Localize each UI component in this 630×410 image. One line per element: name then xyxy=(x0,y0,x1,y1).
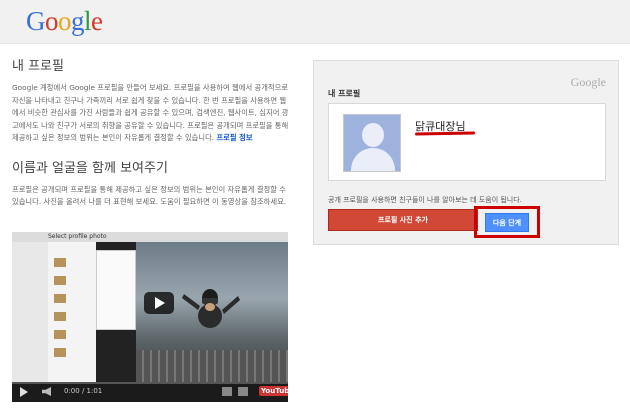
left-column: 내 프로필 Google 계정에서 Google 프로필을 만들어 보세요. 프… xyxy=(12,55,290,209)
profile-box: 닭큐대장님 xyxy=(328,103,606,181)
volume-icon[interactable] xyxy=(42,387,51,396)
photo-thumbnail xyxy=(54,348,66,357)
section2-title: 이름과 얼굴을 함께 보여주기 xyxy=(12,160,168,176)
avatar-head-shape xyxy=(362,123,384,147)
logo-letter: G xyxy=(26,6,46,36)
avatar-body-shape xyxy=(351,148,395,171)
logo-letter: o xyxy=(45,6,59,36)
play-overlay-button[interactable] xyxy=(144,292,174,314)
next-step-button[interactable]: 다음 단계 xyxy=(485,213,529,232)
card-title: 내 프로필 xyxy=(328,89,361,98)
video-window-title: Select profile photo xyxy=(48,233,107,240)
logo-letter: e xyxy=(91,6,103,36)
add-profile-photo-button[interactable]: 프로필 사진 추가 xyxy=(328,209,478,231)
profile-info-link[interactable]: 프로필 정보 xyxy=(216,133,252,142)
video-window-bar: Select profile photo xyxy=(12,232,288,242)
photo-thumbnail xyxy=(54,330,66,339)
photo-thumbnail xyxy=(54,258,66,267)
video-photo-list xyxy=(48,242,96,382)
logo-letter: o xyxy=(58,6,72,36)
tutorial-video[interactable]: Select profile photo 0:00 / 1:01 YouTube xyxy=(12,232,288,402)
section2-paragraph: 프로필은 공개되며 프로필을 통해 제공하고 싶은 정보의 범위는 본인이 자유… xyxy=(12,184,287,207)
video-time: 0:00 / 1:01 xyxy=(64,387,103,395)
video-progress-bar[interactable] xyxy=(12,382,288,384)
skydiver-image xyxy=(182,289,240,328)
name-highlight-underline xyxy=(414,131,476,136)
settings-icon[interactable] xyxy=(222,387,232,396)
photo-thumbnail xyxy=(54,312,66,321)
video-edit-panel xyxy=(96,250,136,330)
popout-icon[interactable] xyxy=(238,387,248,396)
play-icon[interactable] xyxy=(20,387,28,397)
logo-letter: l xyxy=(84,6,92,36)
video-sidebar xyxy=(12,242,48,382)
avatar-placeholder[interactable] xyxy=(343,114,401,172)
intro-title: 내 프로필 xyxy=(12,59,64,74)
logo-letter: g xyxy=(71,6,85,36)
video-floor xyxy=(136,350,288,382)
top-bar: Google xyxy=(0,0,630,44)
photo-thumbnail xyxy=(54,276,66,285)
intro-paragraph: Google 계정에서 Google 프로필을 만들어 보세요. 프로필을 사용… xyxy=(12,82,290,145)
card-google-logo: Google xyxy=(570,75,606,89)
youtube-logo[interactable]: YouTube xyxy=(259,386,288,396)
google-logo[interactable]: Google xyxy=(26,6,103,37)
card-description: 공개 프로필을 사용하면 친구들이 나를 알아보는 데 도움이 됩니다. xyxy=(328,196,522,204)
video-control-bar: 0:00 / 1:01 YouTube xyxy=(12,382,288,402)
next-step-highlight: 다음 단계 xyxy=(474,206,540,238)
profile-card: Google 내 프로필 닭큐대장님 공개 프로필을 사용하면 친구들이 나를 … xyxy=(313,60,619,245)
photo-thumbnail xyxy=(54,294,66,303)
